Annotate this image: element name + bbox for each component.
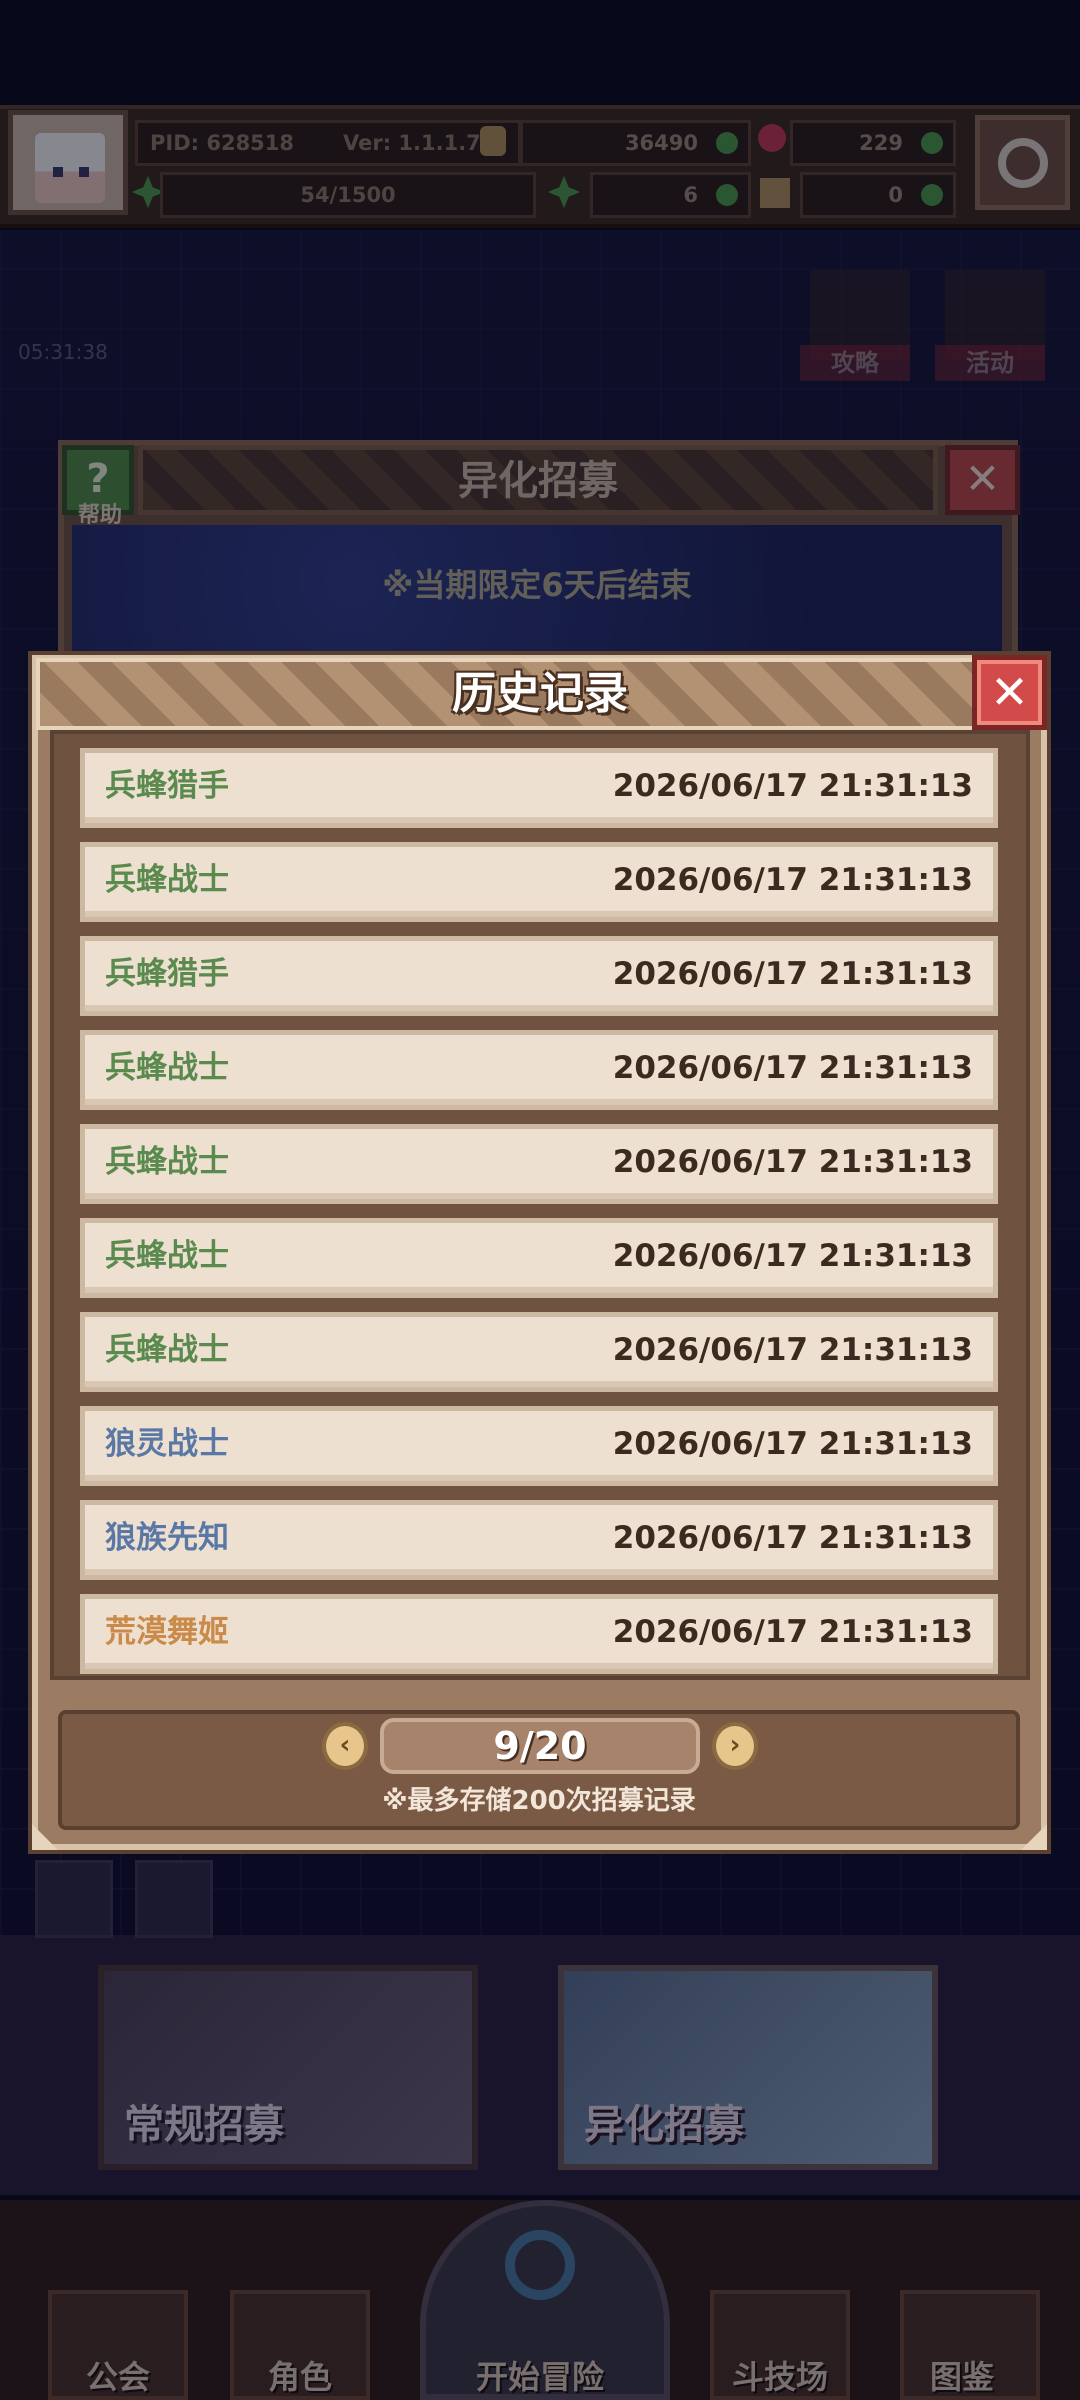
record-time: 2026/06/17 21:31:13 <box>612 1426 973 1462</box>
record-time: 2026/06/17 21:31:13 <box>612 1520 973 1556</box>
record-time: 2026/06/17 21:31:13 <box>612 1238 973 1274</box>
record-time: 2026/06/17 21:31:13 <box>612 1050 973 1086</box>
page-indicator: 9/20 <box>380 1718 700 1774</box>
storage-limit-note: ※最多存储200次招募记录 <box>382 1786 696 1816</box>
history-row: 兵蜂战士 2026/06/17 21:31:13 <box>80 1124 998 1204</box>
record-time: 2026/06/17 21:31:13 <box>612 1144 973 1180</box>
history-row: 兵蜂战士 2026/06/17 21:31:13 <box>80 842 998 922</box>
next-page-button[interactable]: › <box>712 1722 758 1770</box>
record-name: 兵蜂战士 <box>105 1332 229 1368</box>
record-name: 兵蜂猎手 <box>105 768 229 804</box>
record-time: 2026/06/17 21:31:13 <box>612 768 973 804</box>
history-row: 狼灵战士 2026/06/17 21:31:13 <box>80 1406 998 1486</box>
record-name: 兵蜂战士 <box>105 1238 229 1274</box>
chevron-right-icon: › <box>729 1730 741 1760</box>
history-row: 兵蜂猎手 2026/06/17 21:31:13 <box>80 936 998 1016</box>
record-time: 2026/06/17 21:31:13 <box>612 1332 973 1368</box>
history-row: 兵蜂战士 2026/06/17 21:31:13 <box>80 1030 998 1110</box>
record-name: 狼族先知 <box>105 1520 229 1556</box>
history-title: 历史记录 <box>452 668 628 719</box>
chevron-left-icon: ‹ <box>339 1730 351 1760</box>
history-row: 荒漠舞姬 2026/06/17 21:31:13 <box>80 1594 998 1674</box>
close-icon: ✕ <box>990 665 1029 719</box>
record-name: 兵蜂战士 <box>105 1050 229 1086</box>
history-row: 兵蜂猎手 2026/06/17 21:31:13 <box>80 748 998 828</box>
record-name: 兵蜂战士 <box>105 1144 229 1180</box>
record-name: 荒漠舞姬 <box>105 1614 229 1650</box>
record-name: 兵蜂战士 <box>105 862 229 898</box>
history-row: 狼族先知 2026/06/17 21:31:13 <box>80 1500 998 1580</box>
record-name: 兵蜂猎手 <box>105 956 229 992</box>
history-row: 兵蜂战士 2026/06/17 21:31:13 <box>80 1218 998 1298</box>
close-button[interactable]: ✕ <box>972 655 1047 730</box>
history-row: 兵蜂战士 2026/06/17 21:31:13 <box>80 1312 998 1392</box>
prev-page-button[interactable]: ‹ <box>322 1722 368 1770</box>
record-time: 2026/06/17 21:31:13 <box>612 862 973 898</box>
record-time: 2026/06/17 21:31:13 <box>612 956 973 992</box>
record-time: 2026/06/17 21:31:13 <box>612 1614 973 1650</box>
record-name: 狼灵战士 <box>105 1426 229 1462</box>
